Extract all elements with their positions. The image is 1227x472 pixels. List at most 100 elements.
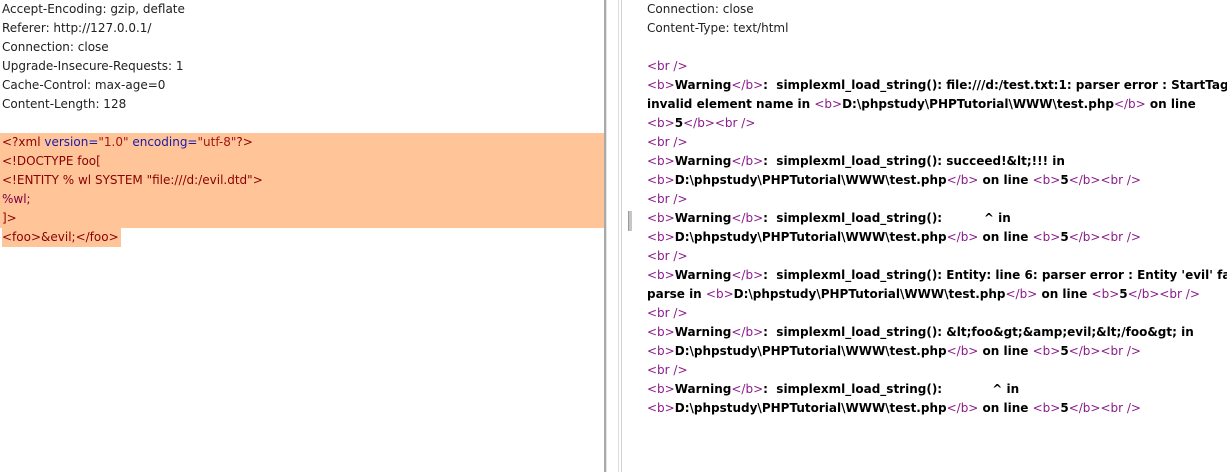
html-tag-token: <br /> — [647, 249, 688, 263]
entity-line: <!ENTITY % wl SYSTEM "file:///d:/evil.dt… — [2, 173, 263, 187]
xml-decl-open: <?xml — [2, 135, 45, 149]
warning-text: Warning — [674, 268, 732, 282]
root-element: <foo>&evil;</foo> — [2, 228, 121, 247]
html-tag-token: <b> — [1032, 173, 1061, 187]
response-body-line: invalid element name in <b>D:\phpstudy\P… — [634, 95, 1227, 114]
warning-text: on line — [978, 173, 1033, 187]
response-header-line: Content-Type: text/html — [647, 21, 789, 35]
response-body-line: <br /> — [634, 361, 1227, 380]
html-tag-token: <b> — [814, 97, 843, 111]
html-tag-token: </b> — [1113, 97, 1146, 111]
version-attr: version= — [44, 135, 99, 149]
html-tag-token: </b> — [946, 173, 979, 187]
splitter-edge — [621, 0, 622, 472]
warning-text: D:\phpstudy\PHPTutorial\WWW\test.php — [674, 344, 947, 358]
doctype-line: <!DOCTYPE foo[ — [2, 154, 101, 168]
warning-text: 5 — [1060, 401, 1069, 415]
html-tag-token: <b> — [647, 173, 675, 187]
response-body-line: parse in <b>D:\phpstudy\PHPTutorial\WWW\… — [634, 285, 1227, 304]
request-header-line: Accept-Encoding: gzip, deflate — [2, 2, 185, 16]
html-tag-token: <br /> — [647, 192, 688, 206]
response-body-line: <b>D:\phpstudy\PHPTutorial\WWW\test.php<… — [634, 228, 1227, 247]
warning-text: parse in — [647, 287, 706, 301]
request-header-line: Content-Length: 128 — [2, 97, 127, 111]
splitter-edge — [618, 0, 619, 472]
warning-text: 5 — [1060, 230, 1069, 244]
html-tag-token: </b><br /> — [1127, 287, 1200, 301]
html-tag-token: <b> — [1032, 344, 1061, 358]
html-tag-token: <b> — [1032, 401, 1061, 415]
response-body-line: <b>Warning</b>: simplexml_load_string():… — [634, 380, 1227, 399]
html-tag-token: <b> — [647, 401, 675, 415]
warning-text: : simplexml_load_string(): Entity: line … — [763, 268, 1227, 282]
xml-decl-close: ?> — [236, 135, 253, 149]
root-element-line: <foo>&evil;</foo> — [0, 228, 604, 247]
encoding-attr: encoding= — [128, 135, 198, 149]
html-tag-token: <b> — [1032, 230, 1061, 244]
html-tag-token: </b> — [946, 401, 979, 415]
warning-text: D:\phpstudy\PHPTutorial\WWW\test.php — [733, 287, 1006, 301]
html-tag-token: </b> — [946, 230, 979, 244]
response-body-line: <br /> — [634, 190, 1227, 209]
html-tag-token: </b> — [731, 382, 764, 396]
warning-text: on line — [1145, 97, 1196, 111]
parameter-entity-ref: %wl; — [2, 192, 31, 206]
warning-text: : simplexml_load_string(): file:///d:/te… — [763, 78, 1227, 92]
html-tag-token: <b> — [647, 230, 675, 244]
html-tag-token: <br /> — [647, 306, 688, 320]
html-tag-token: </b> — [731, 325, 764, 339]
html-tag-token: </b><br /> — [1068, 401, 1141, 415]
html-tag-token: <br /> — [647, 135, 688, 149]
pane-splitter[interactable] — [604, 0, 634, 472]
response-body-line: <b>Warning</b>: simplexml_load_string():… — [634, 209, 1227, 228]
response-body-line: <br /> — [634, 304, 1227, 323]
response-pane[interactable]: Connection: close Content-Type: text/htm… — [634, 0, 1227, 472]
version-value: "1.0" — [98, 135, 129, 149]
html-tag-token: <b> — [647, 382, 675, 396]
html-tag-token: <b> — [647, 154, 675, 168]
html-tag-token: </b> — [731, 268, 764, 282]
response-body-line: <b>Warning</b>: simplexml_load_string():… — [634, 76, 1227, 95]
warning-text: invalid element name in — [647, 97, 815, 111]
html-tag-token: <b> — [647, 116, 675, 130]
warning-text: : simplexml_load_string(): succeed!&lt;!… — [763, 154, 1065, 168]
warning-text: : simplexml_load_string(): ^ in — [763, 211, 1011, 225]
request-header-line: Connection: close — [2, 40, 109, 54]
response-body-line: <br /> — [634, 247, 1227, 266]
response-body: <br /> <b>Warning</b>: simplexml_load_str… — [634, 57, 1227, 418]
html-tag-token: </b> — [731, 154, 764, 168]
warning-text: D:\phpstudy\PHPTutorial\WWW\test.php — [842, 97, 1114, 111]
request-body[interactable]: <?xml version="1.0" encoding="utf-8"?> <… — [0, 133, 604, 247]
warning-text: 5 — [1060, 173, 1069, 187]
request-header-line: Upgrade-Insecure-Requests: 1 — [2, 59, 184, 73]
response-body-line: <b>Warning</b>: simplexml_load_string():… — [634, 323, 1227, 342]
splitter-grip-icon[interactable] — [628, 211, 632, 231]
response-body-line: <br /> — [634, 133, 1227, 152]
request-pane[interactable]: Accept-Encoding: gzip, deflate Referer: … — [0, 0, 604, 472]
warning-text: : simplexml_load_string(): &lt;foo&gt;&a… — [763, 325, 1194, 339]
warning-text: D:\phpstudy\PHPTutorial\WWW\test.php — [674, 230, 947, 244]
html-tag-token: </b> — [731, 78, 764, 92]
warning-text: Warning — [674, 211, 732, 225]
html-tag-token: <br /> — [647, 363, 688, 377]
doctype-close: ]> — [2, 211, 17, 225]
html-tag-token: <b> — [1091, 287, 1120, 301]
encoding-value: "utf-8" — [197, 135, 237, 149]
html-tag-token: <b> — [647, 344, 675, 358]
response-body-line: <b>Warning</b>: simplexml_load_string():… — [634, 266, 1227, 285]
html-tag-token: <b> — [647, 268, 675, 282]
html-tag-token: <b> — [705, 287, 734, 301]
response-body-line: <b>Warning</b>: simplexml_load_string():… — [634, 152, 1227, 171]
warning-text: on line — [978, 344, 1033, 358]
splitter-edge — [606, 0, 607, 472]
response-header-line: Connection: close — [647, 2, 754, 16]
response-body-line: <b>5</b><br /> — [634, 114, 1227, 133]
request-header-line: Cache-Control: max-age=0 — [2, 78, 166, 92]
html-tag-token: </b> — [946, 344, 979, 358]
html-tag-token: </b> — [731, 211, 764, 225]
warning-text: Warning — [674, 325, 732, 339]
xml-declaration: <?xml version="1.0" encoding="utf-8"?> — [0, 133, 604, 152]
warning-text: Warning — [674, 382, 732, 396]
html-tag-token: </b><br /> — [1068, 173, 1141, 187]
html-tag-token: </b><br /> — [1068, 344, 1141, 358]
